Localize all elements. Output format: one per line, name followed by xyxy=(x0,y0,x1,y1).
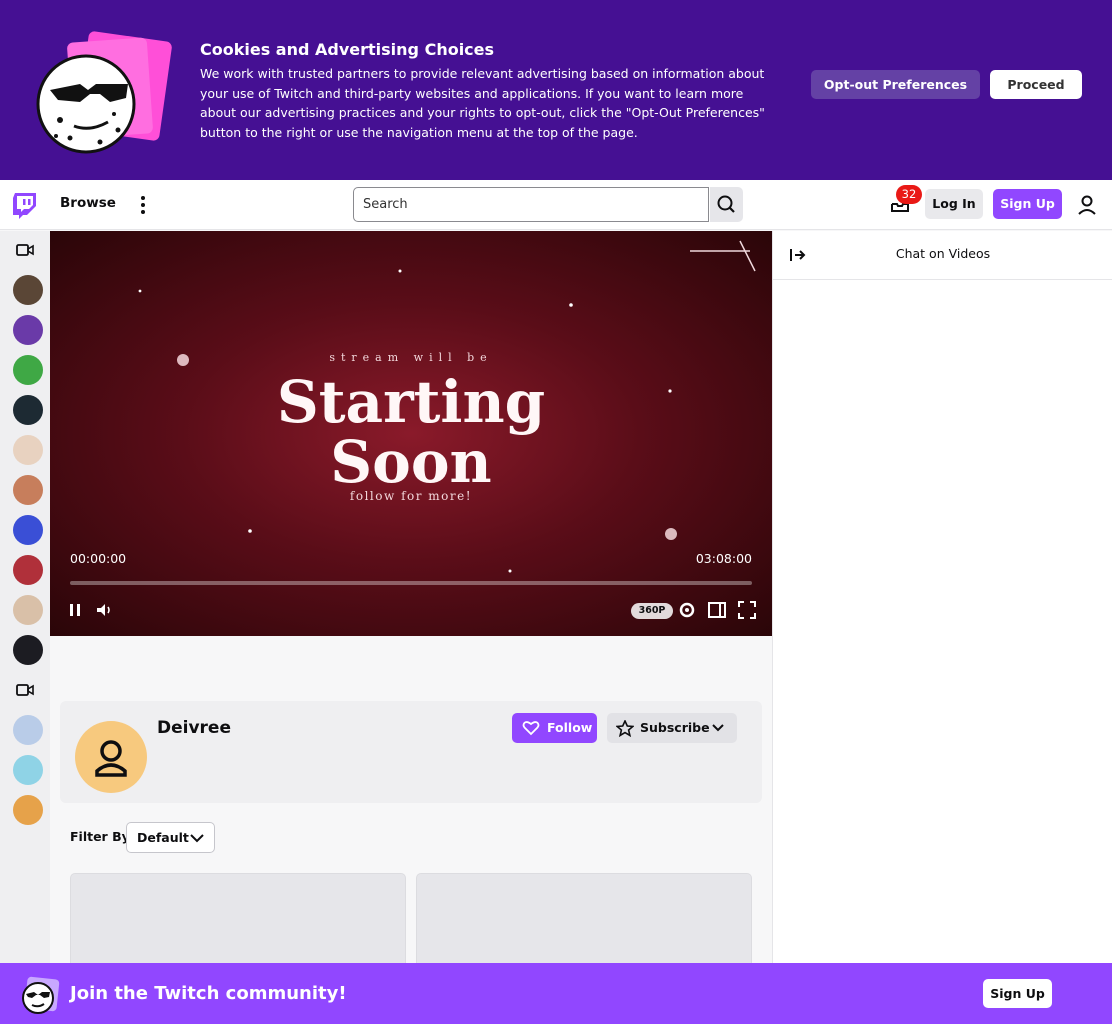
overlay-title-line-1: Starting xyxy=(276,368,546,436)
filter-dropdown[interactable]: Default xyxy=(126,822,215,853)
cookie-mascot-icon xyxy=(36,31,172,154)
subscribe-label: Subscribe xyxy=(640,720,710,735)
chevron-down-icon xyxy=(712,724,724,732)
top-nav: Browse Search 32 Log In Sign Up xyxy=(0,180,1112,230)
twitch-logo-icon[interactable] xyxy=(12,192,38,220)
channel-avatar-3[interactable] xyxy=(13,355,43,385)
join-community-banner: Join the Twitch community! Sign Up xyxy=(0,963,1112,1024)
duration: 03:08:00 xyxy=(695,551,752,566)
channel-avatar-13[interactable] xyxy=(13,795,43,825)
channel-avatar-2[interactable] xyxy=(13,315,43,345)
side-nav xyxy=(0,231,50,1024)
channel-info-card: Deivree Follow Subscribe xyxy=(60,701,762,803)
followed-channels-camera-icon xyxy=(16,244,34,256)
overlay-title-line-2: Soon xyxy=(330,428,492,496)
browse-link[interactable]: Browse xyxy=(60,195,116,211)
follow-button[interactable]: Follow xyxy=(512,713,597,743)
settings-gear-icon[interactable] xyxy=(676,599,698,621)
follow-label: Follow xyxy=(547,720,593,735)
channel-avatar-5[interactable] xyxy=(13,435,43,465)
more-options-icon[interactable] xyxy=(135,193,151,217)
video-player[interactable]: stream will be Starting Soon follow for … xyxy=(50,231,772,636)
cookie-title: Cookies and Advertising Choices xyxy=(200,40,495,59)
twitch-mascot-icon xyxy=(22,976,60,1014)
current-time: 00:00:00 xyxy=(70,551,127,566)
star-icon xyxy=(616,720,634,737)
cookie-description: We work with trusted partners to provide… xyxy=(200,66,765,140)
notification-badge: 32 xyxy=(896,185,922,204)
channel-avatar-4[interactable] xyxy=(13,395,43,425)
sign-up-button[interactable]: Sign Up xyxy=(993,189,1062,219)
channel-avatar-7[interactable] xyxy=(13,515,43,545)
channel-avatar-11[interactable] xyxy=(13,715,43,745)
channel-avatar-1[interactable] xyxy=(13,275,43,305)
filter-selected-value: Default xyxy=(137,830,189,845)
search-button[interactable] xyxy=(710,187,743,222)
volume-icon[interactable] xyxy=(93,599,115,621)
chat-title: Chat on Videos xyxy=(895,246,991,261)
channel-avatar-10[interactable] xyxy=(13,635,43,665)
cookie-banner: Cookies and Advertising Choices We work … xyxy=(0,0,1112,180)
chat-panel: Chat on Videos xyxy=(772,231,1112,1024)
proceed-button[interactable]: Proceed xyxy=(990,70,1082,99)
chevron-down-icon xyxy=(190,834,204,843)
overlay-follow-text: follow for more! xyxy=(349,489,473,503)
channel-avatar-6[interactable] xyxy=(13,475,43,505)
user-menu-icon[interactable] xyxy=(1077,194,1097,216)
join-community-text: Join the Twitch community! xyxy=(70,983,347,1004)
channel-avatar[interactable] xyxy=(75,721,147,793)
channel-avatar-8[interactable] xyxy=(13,555,43,585)
seek-bar[interactable] xyxy=(70,581,752,585)
recommended-channels-camera-icon xyxy=(16,684,34,696)
theatre-mode-icon[interactable] xyxy=(706,599,728,621)
channel-avatar-9[interactable] xyxy=(13,595,43,625)
channel-name[interactable]: Deivree xyxy=(157,718,231,738)
subscribe-button[interactable]: Subscribe xyxy=(607,713,737,743)
fullscreen-icon[interactable] xyxy=(736,599,758,621)
quality-badge[interactable]: 360P xyxy=(631,603,673,619)
opt-out-preferences-button[interactable]: Opt-out Preferences xyxy=(811,70,980,99)
heart-icon xyxy=(522,721,540,736)
filter-label: Filter By xyxy=(70,829,130,844)
banner-sign-up-button[interactable]: Sign Up xyxy=(983,979,1052,1008)
search-input[interactable]: Search xyxy=(353,187,709,222)
chat-header: Chat on Videos xyxy=(773,231,1112,280)
overlay-subtitle: stream will be xyxy=(329,351,493,364)
pause-icon[interactable] xyxy=(64,599,86,621)
default-user-icon xyxy=(95,740,127,777)
channel-avatar-12[interactable] xyxy=(13,755,43,785)
search-icon xyxy=(717,195,735,213)
log-in-button[interactable]: Log In xyxy=(925,189,983,219)
